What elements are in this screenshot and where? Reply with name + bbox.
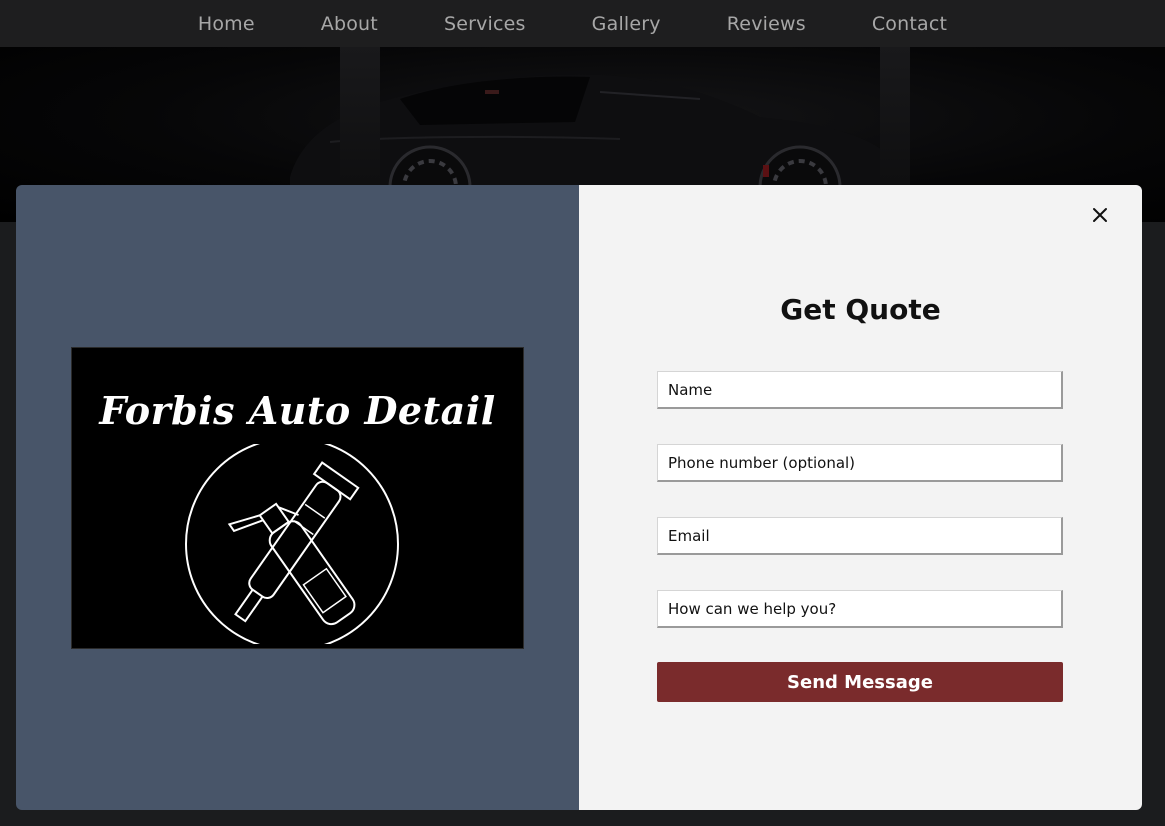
email-input[interactable]: [657, 517, 1063, 555]
message-input[interactable]: [657, 590, 1063, 628]
modal-logo-panel: Forbis Auto Detail: [16, 185, 579, 810]
nav-reviews[interactable]: Reviews: [694, 13, 839, 35]
quote-modal: Forbis Auto Detail Get Quote Name Phone …: [16, 185, 1142, 810]
nav-services[interactable]: Services: [411, 13, 559, 35]
form-title: Get Quote: [780, 293, 941, 326]
nav-contact[interactable]: Contact: [839, 13, 980, 35]
nav-gallery[interactable]: Gallery: [559, 13, 694, 35]
name-input[interactable]: [657, 371, 1063, 409]
modal-form-panel: Get Quote Send Message: [579, 185, 1142, 810]
spray-polisher-emblem-icon: [185, 444, 399, 644]
nav-about[interactable]: About: [288, 13, 411, 35]
top-navbar: Home About Services Gallery Reviews Cont…: [0, 0, 1165, 47]
nav-home[interactable]: Home: [165, 13, 288, 35]
company-logo: Forbis Auto Detail: [71, 347, 524, 649]
send-message-button[interactable]: Send Message: [657, 662, 1063, 702]
phone-input[interactable]: [657, 444, 1063, 482]
close-icon[interactable]: [1088, 203, 1112, 227]
nav-list: Home About Services Gallery Reviews Cont…: [165, 13, 980, 35]
logo-text: Forbis Auto Detail: [99, 388, 496, 433]
